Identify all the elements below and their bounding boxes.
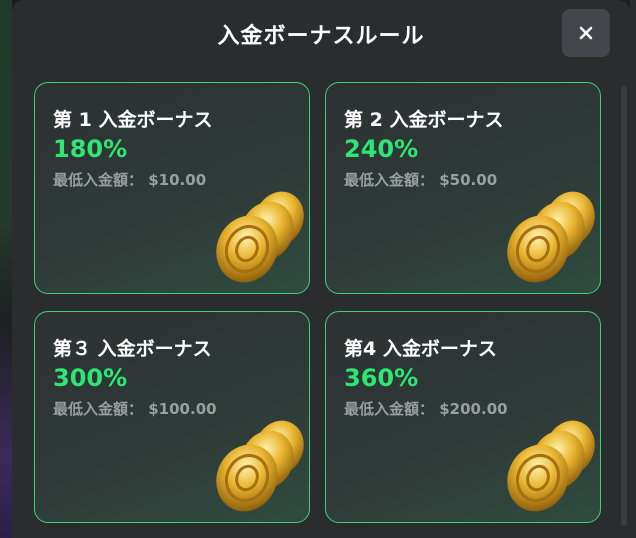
gold-coins-icon bbox=[216, 191, 304, 283]
bonus-card-2[interactable]: 第 2 入金ボーナス 240% 最低入金額： $50.00 bbox=[325, 82, 601, 294]
minimum-deposit-label: 最低入金額： bbox=[53, 171, 144, 189]
minimum-deposit: 最低入金額： $200.00 bbox=[344, 398, 508, 419]
minimum-deposit-label: 最低入金額： bbox=[53, 400, 144, 418]
bonus-card-3[interactable]: 第３ 入金ボーナス 300% 最低入金額： $100.00 bbox=[34, 311, 310, 523]
bonus-card-title: 第4 入金ボーナス bbox=[344, 338, 497, 360]
gold-coins-icon bbox=[216, 420, 304, 512]
close-icon bbox=[579, 26, 593, 40]
bonus-percent: 300% bbox=[53, 364, 128, 392]
bonus-percent: 180% bbox=[53, 135, 128, 163]
bonus-card-title: 第 2 入金ボーナス bbox=[344, 109, 504, 131]
modal-title: 入金ボーナスルール bbox=[217, 24, 425, 49]
gold-coins-icon bbox=[507, 420, 595, 512]
close-button[interactable] bbox=[562, 9, 610, 57]
minimum-deposit-label: 最低入金額： bbox=[344, 171, 435, 189]
bonus-card-title: 第 1 入金ボーナス bbox=[53, 109, 213, 131]
background-left-strip bbox=[0, 0, 12, 538]
minimum-deposit: 最低入金額： $50.00 bbox=[344, 169, 497, 190]
deposit-bonus-modal: 入金ボーナスルール 第 1 入金ボーナス 180% 最低入金額： $10.00 bbox=[12, 0, 630, 538]
gold-coins-icon bbox=[507, 191, 595, 283]
bonus-card-1[interactable]: 第 1 入金ボーナス 180% 最低入金額： $10.00 bbox=[34, 82, 310, 294]
minimum-deposit-value: $10.00 bbox=[148, 171, 207, 189]
scrollbar[interactable] bbox=[621, 86, 627, 526]
minimum-deposit-label: 最低入金額： bbox=[344, 400, 435, 418]
bonus-card-title: 第３ 入金ボーナス bbox=[53, 338, 212, 360]
minimum-deposit: 最低入金額： $10.00 bbox=[53, 169, 206, 190]
bonus-card-4[interactable]: 第4 入金ボーナス 360% 最低入金額： $200.00 bbox=[325, 311, 601, 523]
minimum-deposit: 最低入金額： $100.00 bbox=[53, 398, 217, 419]
background-right-strip bbox=[630, 0, 636, 538]
minimum-deposit-value: $50.00 bbox=[439, 171, 498, 189]
bonus-percent: 240% bbox=[344, 135, 419, 163]
bonus-percent: 360% bbox=[344, 364, 419, 392]
